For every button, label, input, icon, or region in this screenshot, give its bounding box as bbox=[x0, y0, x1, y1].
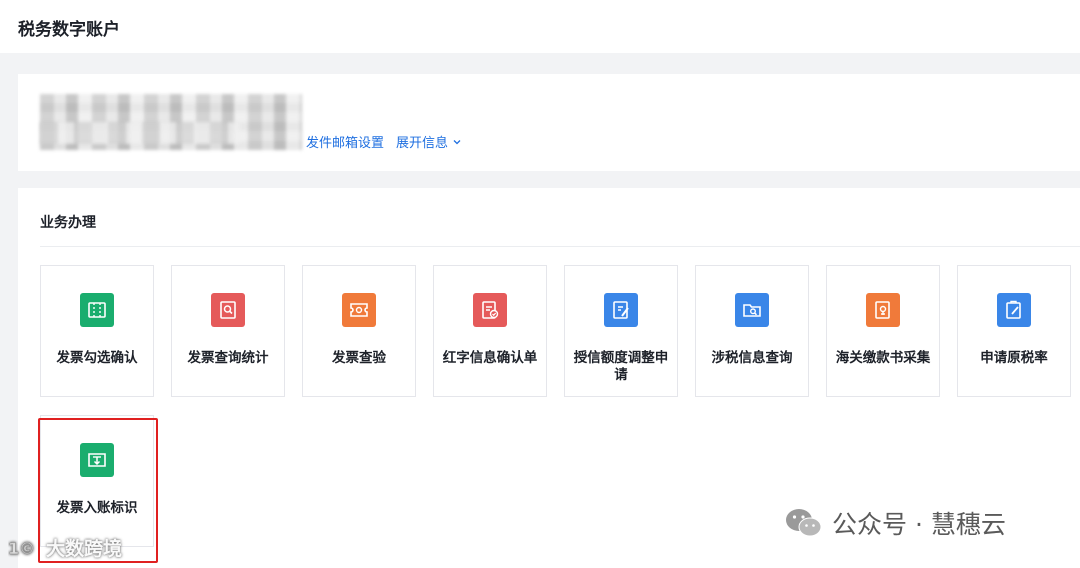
tile-label: 海关缴款书采集 bbox=[835, 350, 931, 366]
watermark-left: 1© 大数跨境 bbox=[8, 534, 122, 561]
watermark-right-text: 公众号 · 慧穗云 bbox=[832, 510, 1006, 539]
document-check-icon bbox=[473, 293, 507, 327]
clipboard-edit-icon bbox=[997, 293, 1031, 327]
tile-tax-info-query[interactable]: 涉税信息查询 bbox=[695, 265, 809, 397]
ticket-select-icon bbox=[80, 293, 114, 327]
tile-label: 授信额度调整申请 bbox=[573, 350, 669, 383]
tile-label: 涉税信息查询 bbox=[711, 350, 793, 366]
tile-apply-original-tax-rate[interactable]: 申请原税率 bbox=[957, 265, 1071, 397]
svg-text:1©: 1© bbox=[8, 539, 35, 558]
tile-customs-payment-collect[interactable]: 海关缴款书采集 bbox=[826, 265, 940, 397]
tile-label: 申请原税率 bbox=[980, 350, 1048, 366]
divider bbox=[40, 246, 1080, 247]
tile-label: 发票查验 bbox=[332, 350, 386, 366]
blurred-account-details bbox=[40, 122, 240, 144]
ticket-verify-icon bbox=[342, 293, 376, 327]
tile-label: 发票查询统计 bbox=[187, 350, 269, 366]
tile-invoice-select-confirm[interactable]: 发票勾选确认 bbox=[40, 265, 154, 397]
tile-invoice-query-stats[interactable]: 发票查询统计 bbox=[171, 265, 285, 397]
section-title: 业务办理 bbox=[40, 215, 96, 231]
tile-credit-limit-adjust[interactable]: 授信额度调整申请 bbox=[564, 265, 678, 397]
document-collect-icon bbox=[866, 293, 900, 327]
tile-red-letter-confirm[interactable]: 红字信息确认单 bbox=[433, 265, 547, 397]
document-search-icon bbox=[211, 293, 245, 327]
brand-logo-icon: 1© bbox=[8, 538, 35, 558]
expand-info-label: 展开信息 bbox=[396, 136, 449, 151]
expand-info-link[interactable]: 展开信息 bbox=[396, 132, 462, 151]
document-edit-icon bbox=[604, 293, 638, 327]
mail-settings-link[interactable]: 发件邮箱设置 bbox=[306, 132, 384, 151]
watermark-right: 公众号 · 慧穗云 bbox=[784, 505, 1006, 541]
folder-search-icon bbox=[735, 293, 769, 327]
tile-label: 发票勾选确认 bbox=[56, 350, 138, 366]
page-title: 税务数字账户 bbox=[18, 20, 120, 40]
tile-invoice-verify[interactable]: 发票查验 bbox=[302, 265, 416, 397]
top-bar: 税务数字账户 bbox=[0, 0, 1080, 53]
tile-label: 红字信息确认单 bbox=[442, 350, 538, 366]
account-info-card: 发件邮箱设置 展开信息 bbox=[18, 74, 1080, 171]
chevron-down-icon bbox=[453, 139, 461, 144]
watermark-left-text: 大数跨境 bbox=[46, 538, 123, 560]
wechat-icon bbox=[786, 509, 822, 537]
